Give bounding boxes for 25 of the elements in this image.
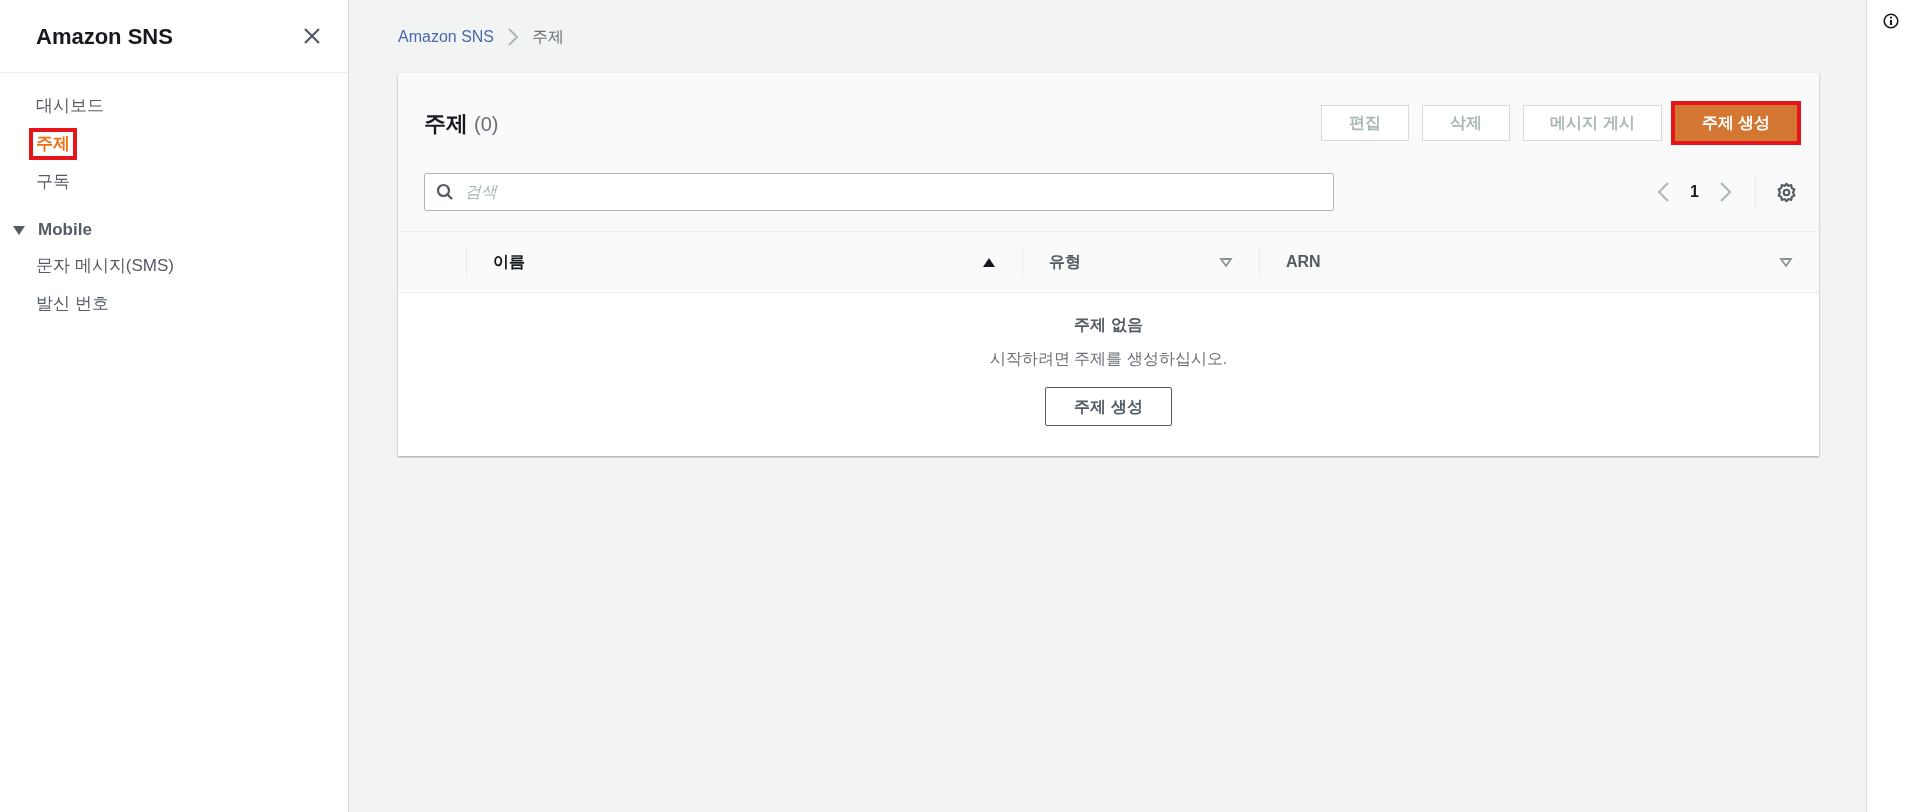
page-number[interactable]: 1 [1690,180,1699,204]
nav-link[interactable]: 구독 [36,170,70,194]
sort-icon[interactable] [982,256,996,268]
panel-title: 주제 [424,109,468,138]
empty-title: 주제 없음 [1074,315,1143,335]
search-field[interactable]: 검색 [424,173,1334,211]
caret-icon[interactable] [12,224,26,236]
empty-message: 시작하려면 주제를 생성하십시오. [989,349,1228,369]
item-count: (0) [474,111,499,137]
settings-icon[interactable] [1776,181,1797,203]
sidebar-title: Amazon SNS [36,22,173,51]
chevron-right-icon [508,27,519,46]
column-header[interactable]: 이름 [493,250,525,274]
breadcrumb-current: 주제 [532,26,565,47]
nav-link[interactable]: 대시보드 [36,94,104,118]
nav-link[interactable]: 문자 메시지(SMS) [36,253,174,279]
search-icon [436,183,454,201]
breadcrumb-link[interactable]: Amazon SNS [398,24,495,49]
close-icon[interactable] [302,26,322,46]
column-header[interactable]: 유형 [1049,250,1081,274]
column-header[interactable]: ARN [1286,250,1321,274]
nav-link[interactable]: 발신 번호 [36,291,109,317]
create-topic-button[interactable]: 주제 생성 [1045,387,1172,426]
info-icon[interactable] [1883,13,1899,29]
section-title[interactable]: Mobile [38,217,92,243]
